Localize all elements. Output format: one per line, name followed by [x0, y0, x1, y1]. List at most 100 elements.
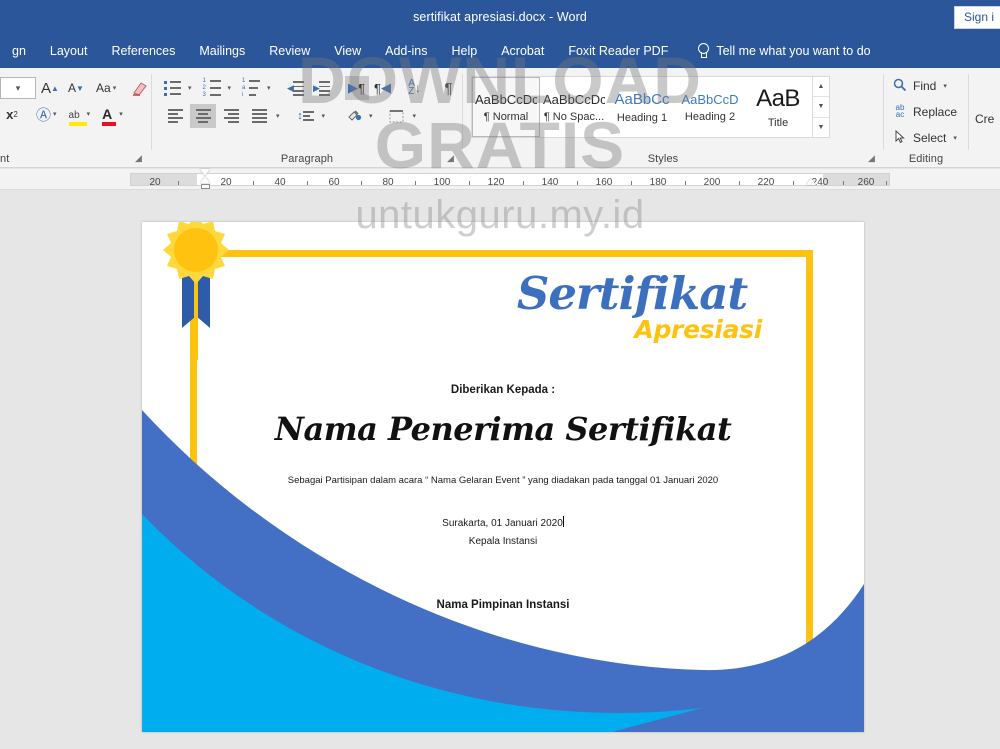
clear-formatting-icon[interactable] [128, 76, 152, 100]
select-label: Select [913, 131, 947, 145]
find-button[interactable]: Find ▾ [892, 74, 949, 98]
numbering-icon[interactable]: 123 [200, 76, 224, 100]
signer-name: Nama Pimpinan Instansi [436, 599, 570, 611]
tab-design[interactable]: gn [0, 34, 38, 68]
ruler-tick-label: 220 [757, 177, 775, 188]
lightbulb-icon [696, 43, 710, 59]
font-color-icon[interactable]: A ▾ [100, 102, 127, 126]
styles-gallery-scroll[interactable]: ▲ ▼ ▼ [812, 77, 829, 137]
magnifier-icon [892, 78, 908, 95]
ruler-right-margin [823, 174, 889, 185]
select-button[interactable]: Select ▾ [892, 126, 959, 150]
certificate-title-block: Sertifikat Apresiasi [492, 267, 772, 362]
font-size-dropdown[interactable]: ▾ [0, 77, 36, 99]
align-right-icon[interactable] [218, 104, 244, 128]
change-case-button[interactable]: Aa ▾ [94, 76, 120, 100]
grow-font-button[interactable]: A ▲ [38, 76, 62, 100]
ribbon-home-commands: ▾ A ▲ A ▼ Aa ▾ x 2 Ⓐ ▾ ab ▾ A ▾ nt ◢ ▾ 1… [0, 68, 1000, 168]
tab-view[interactable]: View [322, 34, 373, 68]
ruler-tick-label: 20 [220, 177, 232, 188]
tell-me-label: Tell me what you want to do [716, 44, 871, 58]
styles-dialog-launcher[interactable]: ◢ [866, 153, 877, 164]
ruler-tick-label: 20 [149, 177, 161, 188]
increase-indent-icon[interactable]: ▶ [310, 76, 334, 100]
indent-hourglass-icon[interactable] [200, 168, 211, 190]
ruler-tick-label: 120 [487, 177, 505, 188]
line-spacing-icon[interactable]: ↕ [294, 104, 318, 128]
styles-group: AaBbCcDc ¶ Normal AaBbCcDc ¶ No Spac... … [463, 68, 881, 168]
place-date-text: Surakarta, 01 Januari 2020 [442, 518, 563, 529]
decrease-indent-icon[interactable]: ◀ [284, 76, 308, 100]
replace-button[interactable]: ab ac Replace [892, 100, 957, 124]
styles-more-button[interactable]: ▼ [813, 118, 829, 137]
style-normal[interactable]: AaBbCcDc ¶ Normal [472, 77, 540, 137]
right-indent-icon[interactable] [806, 178, 816, 185]
tab-mailings[interactable]: Mailings [187, 34, 257, 68]
sort-icon[interactable]: AZ ↓ [403, 76, 427, 100]
ruler-tick-label: 60 [328, 177, 340, 188]
sign-in-button[interactable]: Sign i [953, 6, 1000, 29]
certificate-page[interactable]: Sertifikat Apresiasi Diberikan Kepada : … [142, 222, 864, 732]
cursor-arrow-icon [892, 129, 908, 147]
text-effects-icon[interactable]: Ⓐ ▾ [34, 102, 61, 126]
paragraph-dialog-launcher[interactable]: ◢ [445, 153, 456, 164]
tab-foxit-reader-pdf[interactable]: Foxit Reader PDF [556, 34, 680, 68]
place-and-date: Surakarta, 01 Januari 2020 [142, 516, 864, 529]
editing-group-label: Editing [908, 153, 944, 165]
align-left-icon[interactable] [162, 104, 188, 128]
horizontal-ruler[interactable]: 20 20 40 60 80 100 120 140 160 180 200 2… [0, 169, 1000, 190]
bullets-icon[interactable] [160, 76, 184, 100]
text-highlight-icon[interactable]: ab ▾ [67, 102, 95, 126]
ruler-left-margin [131, 174, 197, 185]
style-no-spacing[interactable]: AaBbCcDc ¶ No Spac... [540, 77, 608, 137]
ruler-tick-label: 140 [541, 177, 559, 188]
group-divider [968, 74, 969, 150]
document-canvas[interactable]: Sertifikat Apresiasi Diberikan Kepada : … [0, 190, 1000, 749]
word-application-window: sertifikat apresiasi.docx - Word Sign i … [0, 0, 1000, 749]
style-title[interactable]: AaB Title [744, 77, 812, 137]
tab-help[interactable]: Help [440, 34, 490, 68]
find-dropdown-caret[interactable]: ▾ [941, 82, 949, 90]
given-to-label: Diberikan Kepada : [450, 384, 556, 396]
title-bar: sertifikat apresiasi.docx - Word Sign i [0, 0, 1000, 34]
style-heading-1[interactable]: AaBbCc Heading 1 [608, 77, 676, 137]
borders-icon[interactable] [385, 104, 409, 128]
ruler-tick-label: 200 [703, 177, 721, 188]
shading-icon[interactable] [341, 104, 365, 128]
signer-role: Kepala Instansi [468, 536, 538, 547]
styles-scroll-up-button[interactable]: ▲ [813, 77, 829, 98]
ruler-track[interactable]: 20 20 40 60 80 100 120 140 160 180 200 2… [130, 173, 890, 188]
superscript-button[interactable]: x 2 [0, 102, 24, 126]
show-marks-icon[interactable]: ¶ [437, 76, 461, 100]
decorative-waves [142, 410, 864, 732]
rtl-text-icon[interactable]: ¶ ◀ [371, 76, 395, 100]
ltr-text-icon[interactable]: ▶ ¶ [344, 76, 369, 100]
paragraph-group-label: Paragraph [280, 153, 334, 165]
certificate-title-main: Sertifikat [516, 267, 748, 320]
certificate-description: Sebagai Partisipan dalam acara “ Nama Ge… [287, 475, 719, 486]
paragraph-group: ▾ 123 ▾ 1ai ▾ ◀ ▶ ▶ ¶ ¶ ◀ A Z ↓ ¶ ▾ ↕ ▾ … [152, 68, 462, 168]
shrink-font-button[interactable]: A ▼ [64, 76, 88, 100]
award-medal-icon [163, 222, 229, 360]
align-center-icon[interactable] [190, 104, 216, 128]
tab-references[interactable]: References [99, 34, 187, 68]
tab-review[interactable]: Review [257, 34, 322, 68]
styles-scroll-down-button[interactable]: ▼ [813, 97, 829, 118]
ruler-tick-label: 80 [382, 177, 394, 188]
select-dropdown-caret[interactable]: ▾ [951, 134, 959, 142]
styles-gallery[interactable]: AaBbCcDc ¶ Normal AaBbCcDc ¶ No Spac... … [471, 76, 830, 138]
font-dialog-launcher[interactable]: ◢ [133, 153, 144, 164]
create-button[interactable]: Cre [975, 112, 994, 126]
ruler-tick-label: 160 [595, 177, 613, 188]
style-heading-2[interactable]: AaBbCcD Heading 2 [676, 77, 744, 137]
tab-layout[interactable]: Layout [38, 34, 100, 68]
justify-icon[interactable] [246, 104, 272, 128]
certificate-title-sub: Apresiasi [634, 315, 762, 344]
multilevel-list-icon[interactable]: 1ai [239, 76, 263, 100]
find-label: Find [913, 79, 937, 93]
ruler-tick-label: 100 [433, 177, 451, 188]
tab-addins[interactable]: Add-ins [373, 34, 439, 68]
tab-acrobat[interactable]: Acrobat [489, 34, 556, 68]
tell-me-box[interactable]: Tell me what you want to do [680, 34, 871, 68]
document-title: sertifikat apresiasi.docx - Word [413, 10, 587, 24]
